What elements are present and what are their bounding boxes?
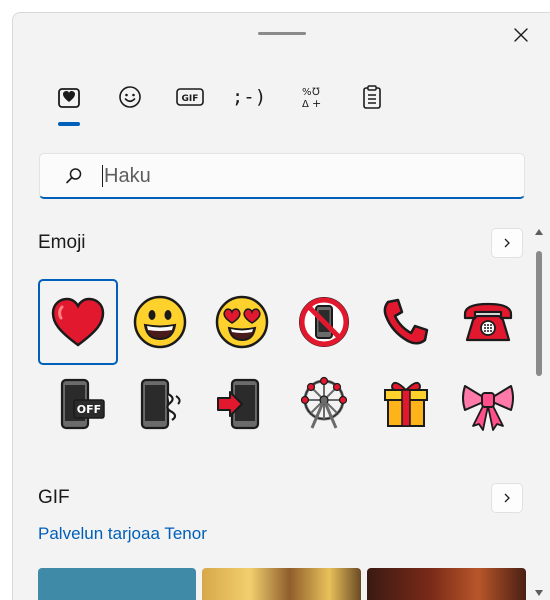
emoji-heart-tab-icon bbox=[58, 88, 80, 108]
mobile-phone-off-icon: OFF bbox=[60, 378, 105, 430]
search-box[interactable] bbox=[39, 153, 525, 199]
telephone-receiver-icon bbox=[383, 298, 429, 345]
close-button[interactable] bbox=[507, 21, 535, 49]
search-input[interactable] bbox=[104, 162, 484, 190]
emoji-grid: OFF bbox=[38, 279, 528, 439]
svg-text:Δ: Δ bbox=[302, 99, 309, 110]
active-tab-indicator bbox=[58, 122, 80, 126]
drag-handle[interactable] bbox=[258, 32, 306, 35]
emoji-more-button[interactable] bbox=[491, 228, 523, 258]
chevron-right-icon bbox=[504, 238, 510, 248]
category-tabs: GIF ;-) % ℧ Δ + bbox=[13, 77, 550, 127]
smiley-icon bbox=[119, 86, 141, 108]
tab-clipboard[interactable] bbox=[350, 77, 394, 117]
svg-text:%: % bbox=[302, 87, 312, 98]
red-heart-icon bbox=[51, 297, 105, 347]
emoji-panel: GIF ;-) % ℧ Δ + Haku Emoji OFF GIF Palve… bbox=[12, 12, 550, 600]
gif-section-title: GIF bbox=[38, 487, 70, 508]
chevron-right-icon bbox=[504, 493, 510, 503]
symbols-icon: % ℧ Δ + bbox=[302, 87, 321, 110]
emoji-vibration-mode[interactable] bbox=[120, 361, 200, 447]
emoji-telephone[interactable] bbox=[448, 279, 528, 365]
gif-icon: GIF bbox=[176, 88, 204, 106]
emoji-grinning-face[interactable] bbox=[120, 279, 200, 365]
gif-thumbnail[interactable] bbox=[367, 568, 526, 600]
gif-more-button[interactable] bbox=[491, 483, 523, 513]
emoji-ferris-wheel[interactable] bbox=[284, 361, 364, 447]
emoji-red-heart[interactable] bbox=[38, 279, 118, 365]
gif-thumbnail[interactable] bbox=[202, 568, 361, 600]
tab-emoji[interactable] bbox=[47, 77, 91, 117]
heart-eyes-face-icon bbox=[215, 295, 269, 349]
scroll-up-arrow-icon bbox=[535, 229, 543, 235]
telephone-icon bbox=[463, 302, 513, 342]
emoji-section-title: Emoji bbox=[38, 232, 86, 253]
emoji-no-mobile-phones[interactable] bbox=[284, 279, 364, 365]
wrapped-gift-icon bbox=[384, 381, 428, 427]
grinning-face-icon bbox=[133, 295, 187, 349]
tab-gif[interactable]: GIF bbox=[168, 77, 212, 117]
tab-symbols[interactable]: % ℧ Δ + bbox=[289, 77, 333, 117]
text-caret bbox=[102, 165, 103, 187]
mobile-phone-arrow-icon bbox=[217, 378, 260, 430]
kaomoji-label: ;-) bbox=[231, 86, 267, 108]
no-mobile-phones-icon bbox=[299, 297, 349, 347]
emoji-telephone-receiver[interactable] bbox=[366, 279, 446, 365]
ribbon-icon bbox=[462, 385, 514, 431]
emoji-mobile-phone-off[interactable]: OFF bbox=[38, 361, 118, 447]
search-icon bbox=[66, 168, 82, 184]
vibration-mode-icon bbox=[140, 378, 181, 430]
clipboard-icon bbox=[363, 85, 381, 109]
gif-thumbnail[interactable] bbox=[38, 568, 196, 600]
emoji-wrapped-gift[interactable] bbox=[366, 361, 446, 447]
tab-kaomoji[interactable]: ;-) bbox=[227, 77, 271, 117]
svg-text:GIF: GIF bbox=[182, 94, 199, 104]
close-icon bbox=[514, 28, 528, 42]
svg-text:+: + bbox=[312, 97, 321, 110]
scrollbar-thumb[interactable] bbox=[536, 251, 542, 376]
svg-text:OFF: OFF bbox=[77, 403, 101, 416]
tab-smiley[interactable] bbox=[108, 77, 152, 117]
emoji-ribbon[interactable] bbox=[448, 361, 528, 447]
tenor-provider-link[interactable]: Palvelun tarjoaa Tenor bbox=[38, 524, 207, 544]
emoji-mobile-phone-with-arrow[interactable] bbox=[202, 361, 282, 447]
emoji-heart-eyes[interactable] bbox=[202, 279, 282, 365]
scroll-down-arrow-icon bbox=[535, 590, 543, 596]
ferris-wheel-icon bbox=[300, 376, 348, 429]
